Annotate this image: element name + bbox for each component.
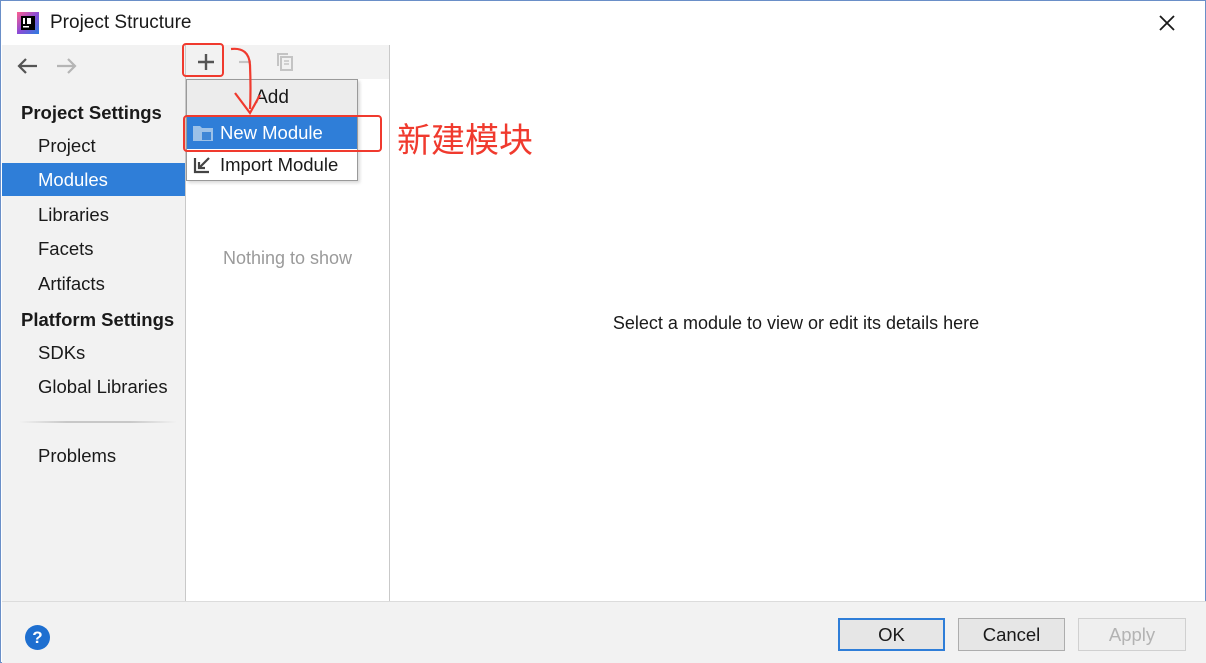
detail-placeholder-text: Select a module to view or edit its deta…	[612, 313, 980, 333]
sidebar-item-artifacts[interactable]: Artifacts	[2, 267, 185, 300]
back-arrow-icon[interactable]	[15, 56, 39, 76]
dialog-footer: ? OK Cancel Apply	[2, 601, 1206, 663]
sidebar-divider	[19, 421, 177, 423]
popup-header: Add	[187, 80, 357, 116]
sidebar: Project Settings Project Modules Librari…	[2, 45, 185, 601]
annotation-box-new-module	[183, 115, 382, 152]
menu-item-import-module[interactable]: Import Module	[187, 149, 357, 181]
menu-item-label: Import Module	[220, 154, 339, 175]
annotation-box-add	[182, 43, 224, 77]
forward-arrow-icon[interactable]	[55, 56, 79, 76]
sidebar-item-project[interactable]: Project	[2, 129, 185, 162]
annotation-arrow-icon	[230, 47, 261, 116]
apply-button[interactable]: Apply	[1078, 618, 1186, 651]
sidebar-item-libraries[interactable]: Libraries	[2, 198, 185, 231]
sidebar-item-sdks[interactable]: SDKs	[2, 336, 185, 369]
help-icon[interactable]: ?	[25, 625, 50, 650]
ok-button[interactable]: OK	[838, 618, 945, 651]
annotation-text: 新建模块	[397, 121, 533, 161]
cancel-button[interactable]: Cancel	[958, 618, 1065, 651]
sidebar-item-modules[interactable]: Modules	[2, 163, 185, 196]
import-icon	[193, 157, 210, 174]
sidebar-item-facets[interactable]: Facets	[2, 232, 185, 265]
section-header-project-settings: Project Settings	[21, 102, 162, 123]
sidebar-item-problems[interactable]: Problems	[2, 439, 185, 472]
window-title: Project Structure	[50, 12, 192, 33]
sidebar-item-global-libraries[interactable]: Global Libraries	[2, 370, 185, 403]
empty-list-text: Nothing to show	[222, 248, 353, 268]
intellij-logo-icon	[17, 12, 39, 34]
title-bar: Project Structure	[1, 1, 1205, 45]
copy-icon[interactable]	[274, 51, 296, 73]
project-structure-dialog: Project Structure Project Settings Proje…	[0, 0, 1206, 663]
close-icon[interactable]	[1155, 11, 1179, 35]
section-header-platform-settings: Platform Settings	[21, 309, 175, 330]
